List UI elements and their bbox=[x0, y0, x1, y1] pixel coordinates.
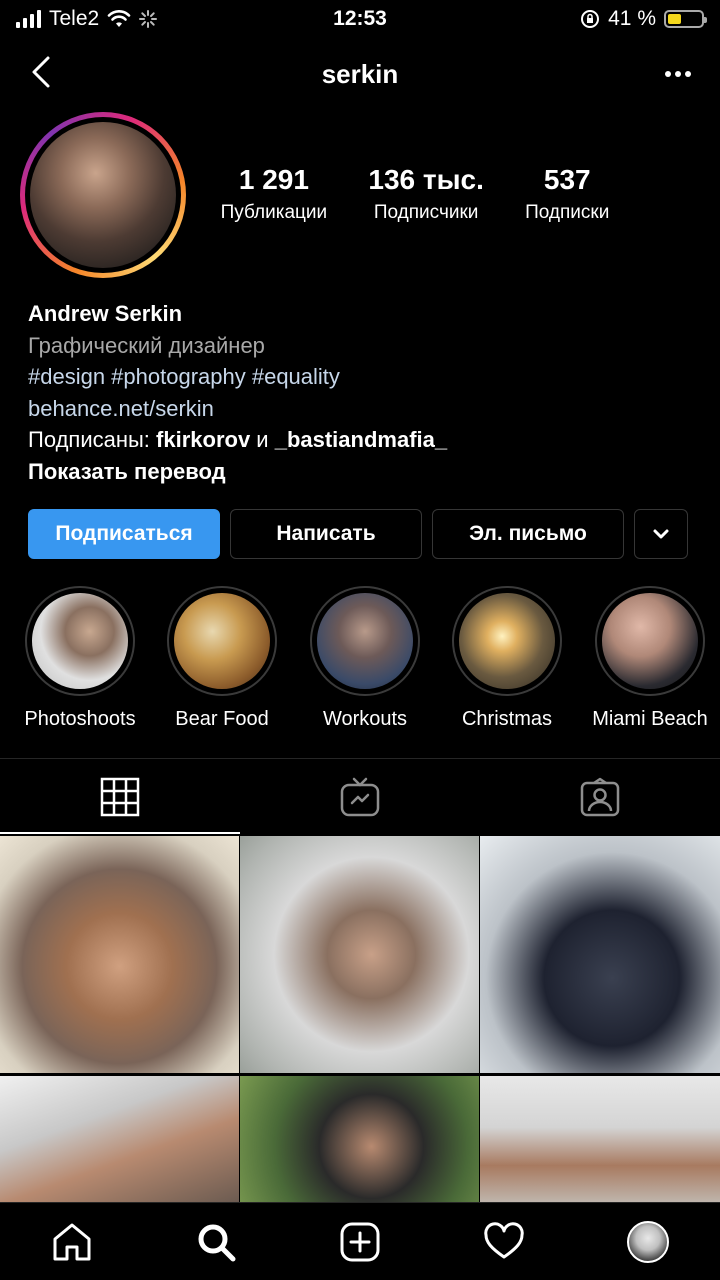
nav-activity[interactable] bbox=[479, 1217, 529, 1267]
orientation-lock-icon bbox=[581, 10, 600, 28]
email-button[interactable]: Эл. письмо bbox=[432, 509, 624, 559]
followed-by-user[interactable]: _bastiandmafia_ bbox=[275, 427, 447, 452]
show-translation-link[interactable]: Показать перевод bbox=[28, 456, 708, 488]
profile-category: Графический дизайнер bbox=[28, 332, 265, 358]
chevron-down-icon bbox=[653, 529, 669, 539]
highlight-cover bbox=[459, 593, 555, 689]
highlight-cover bbox=[32, 593, 128, 689]
highlight-label: Christmas bbox=[461, 708, 552, 730]
profile-website-link[interactable]: behance.net/serkin bbox=[28, 393, 708, 425]
profile-avatar bbox=[627, 1220, 669, 1263]
signal-icon bbox=[16, 10, 41, 28]
photo-grid bbox=[0, 836, 720, 1204]
nav-search[interactable] bbox=[191, 1217, 241, 1267]
igtv-icon bbox=[340, 777, 380, 816]
profile-avatar-story-ring[interactable] bbox=[20, 112, 186, 278]
message-button[interactable]: Написать bbox=[230, 509, 422, 559]
stat-label: Подписчики bbox=[373, 202, 479, 223]
tab-grid[interactable] bbox=[0, 759, 240, 834]
status-bar: Tele2 12:53 41 % bbox=[0, 0, 720, 38]
grid-post[interactable] bbox=[480, 836, 720, 1073]
tab-tagged[interactable] bbox=[480, 759, 720, 834]
tab-igtv[interactable] bbox=[240, 759, 480, 834]
stat-following[interactable]: 537 Подписки bbox=[525, 164, 609, 224]
tagged-icon bbox=[580, 777, 620, 816]
highlight-workouts[interactable]: Workouts bbox=[295, 586, 435, 731]
battery-percent: 41 % bbox=[608, 7, 656, 30]
heart-icon bbox=[484, 1221, 524, 1258]
profile-hashtags[interactable]: #design #photography #equality bbox=[28, 361, 708, 393]
highlight-cover bbox=[174, 593, 270, 689]
wifi-icon bbox=[107, 10, 131, 27]
nav-header: serkin bbox=[0, 40, 720, 108]
back-icon[interactable] bbox=[22, 52, 62, 92]
highlight-label: Miami Beach bbox=[592, 708, 708, 730]
followed-by-and: и bbox=[250, 427, 275, 452]
grid-post[interactable] bbox=[240, 1076, 479, 1204]
stat-label: Подписки bbox=[525, 202, 610, 223]
status-right: 41 % bbox=[580, 7, 707, 31]
battery-icon bbox=[664, 10, 707, 28]
highlight-cover bbox=[317, 593, 413, 689]
story-highlights: Photoshoots Bear Food Workouts Christmas… bbox=[0, 586, 720, 736]
page-title: serkin bbox=[321, 58, 399, 89]
loading-icon bbox=[139, 10, 158, 28]
highlight-label: Photoshoots bbox=[24, 708, 136, 730]
carrier: Tele2 bbox=[49, 7, 100, 30]
grid-post[interactable] bbox=[0, 1076, 239, 1204]
followed-by-user[interactable]: fkirkorov bbox=[156, 427, 250, 452]
profile-avatar bbox=[30, 122, 176, 268]
profile-stats: 1 291 Публикации 136 тыс. Подписчики 537… bbox=[200, 164, 630, 224]
followed-by[interactable]: Подписаны: fkirkorov и _bastiandmafia_ bbox=[28, 424, 708, 456]
bottom-nav bbox=[0, 1202, 720, 1280]
stat-label: Публикации bbox=[220, 202, 328, 223]
grid-icon bbox=[100, 777, 140, 816]
profile-name: Andrew Serkin bbox=[28, 301, 183, 326]
stat-value: 1 291 bbox=[238, 164, 309, 195]
grid-post[interactable] bbox=[0, 836, 239, 1073]
grid-post[interactable] bbox=[480, 1076, 720, 1204]
nav-home[interactable] bbox=[47, 1217, 97, 1267]
grid-post[interactable] bbox=[240, 836, 479, 1073]
home-icon bbox=[53, 1223, 91, 1260]
highlight-label: Workouts bbox=[322, 708, 408, 730]
profile-actions: Подписаться Написать Эл. письмо bbox=[28, 509, 692, 559]
highlight-miami-beach[interactable]: Miami Beach bbox=[580, 586, 720, 731]
stat-followers[interactable]: 136 тыс. Подписчики bbox=[368, 164, 483, 224]
highlight-bear-food[interactable]: Bear Food bbox=[152, 586, 292, 731]
stat-posts[interactable]: 1 291 Публикации bbox=[221, 164, 328, 224]
stat-value: 136 тыс. bbox=[368, 164, 484, 195]
stat-value: 537 bbox=[543, 164, 591, 195]
highlight-christmas[interactable]: Christmas bbox=[437, 586, 577, 731]
profile-bio: Andrew Serkin Графический дизайнер #desi… bbox=[28, 298, 708, 487]
more-options-icon[interactable] bbox=[658, 52, 698, 92]
highlight-photoshoots[interactable]: Photoshoots bbox=[10, 586, 150, 731]
nav-new-post[interactable] bbox=[335, 1217, 385, 1267]
highlight-cover bbox=[602, 593, 698, 689]
search-icon bbox=[198, 1224, 236, 1261]
suggested-accounts-button[interactable] bbox=[634, 509, 688, 559]
followed-by-prefix: Подписаны: bbox=[28, 427, 157, 452]
status-left: Tele2 bbox=[16, 7, 158, 31]
follow-button[interactable]: Подписаться bbox=[28, 509, 220, 559]
add-icon bbox=[340, 1222, 380, 1261]
profile-tabs bbox=[0, 758, 720, 834]
highlight-label: Bear Food bbox=[175, 708, 269, 730]
nav-profile[interactable] bbox=[623, 1217, 673, 1267]
